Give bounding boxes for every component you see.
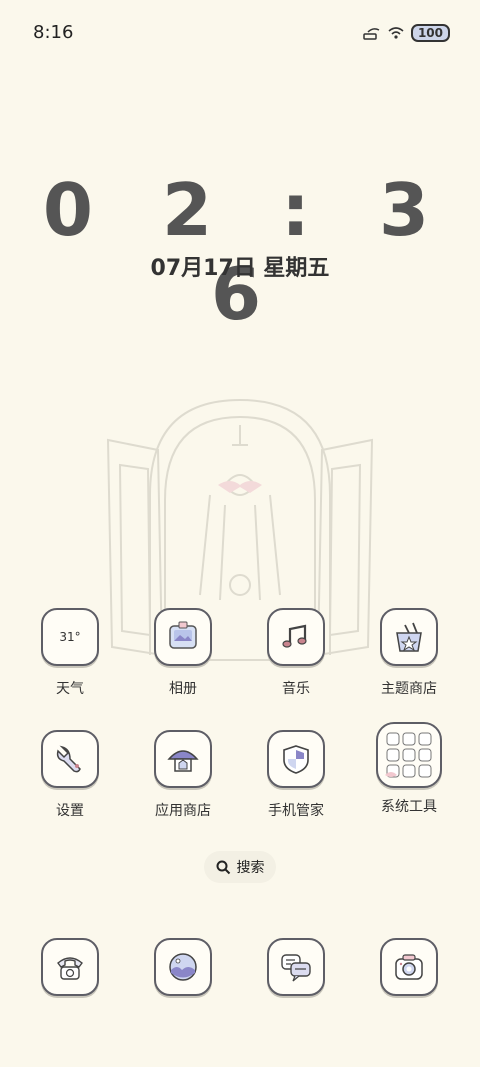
settings-icon (41, 730, 99, 788)
app-store-icon (154, 730, 212, 788)
app-music[interactable]: 音乐 (241, 608, 351, 698)
search-icon (216, 860, 230, 874)
app-gallery[interactable]: 相册 (128, 608, 238, 698)
phone-icon (41, 938, 99, 996)
status-time: 8:16 (33, 22, 74, 43)
theme-store-icon (380, 608, 438, 666)
wifi-icon (388, 27, 404, 39)
nfc-icon (363, 28, 380, 40)
app-system-tools[interactable]: 系统工具 (354, 722, 464, 816)
app-label-theme-store: 主题商店 (381, 681, 437, 697)
app-phone-manager[interactable]: 手机管家 (241, 730, 351, 820)
app-label-gallery: 相册 (169, 681, 197, 697)
gallery-icon (154, 608, 212, 666)
camera-icon (380, 938, 438, 996)
dock-messages[interactable] (241, 938, 351, 996)
clock-widget-date: 07月17日 星期五 (150, 256, 330, 281)
dock-camera[interactable] (354, 938, 464, 996)
app-app-store[interactable]: 应用商店 (128, 730, 238, 820)
dock-phone[interactable] (15, 938, 125, 996)
status-bar: 8:16 100 (0, 0, 480, 66)
music-icon (267, 608, 325, 666)
weather-icon: 31° (41, 608, 99, 666)
app-label-settings: 设置 (56, 803, 84, 819)
app-label-system-tools: 系统工具 (381, 799, 437, 815)
system-tools-folder-icon (376, 722, 442, 788)
app-label-app-store: 应用商店 (155, 803, 211, 819)
search-label: 搜索 (236, 860, 265, 876)
dock-browser[interactable] (128, 938, 238, 996)
phone-manager-icon (267, 730, 325, 788)
app-label-music: 音乐 (282, 681, 310, 697)
battery-indicator: 100 (410, 24, 450, 42)
messages-icon (267, 938, 325, 996)
status-icons: 100 (363, 24, 450, 42)
app-settings[interactable]: 设置 (15, 730, 125, 820)
browser-icon (154, 938, 212, 996)
weather-temperature: 31° (59, 630, 81, 644)
search-button[interactable]: 搜索 (204, 851, 276, 883)
app-label-weather: 天气 (56, 681, 84, 697)
app-weather[interactable]: 31° 天气 (15, 608, 125, 698)
app-theme-store[interactable]: 主题商店 (354, 608, 464, 698)
app-label-phone-manager: 手机管家 (268, 803, 324, 819)
